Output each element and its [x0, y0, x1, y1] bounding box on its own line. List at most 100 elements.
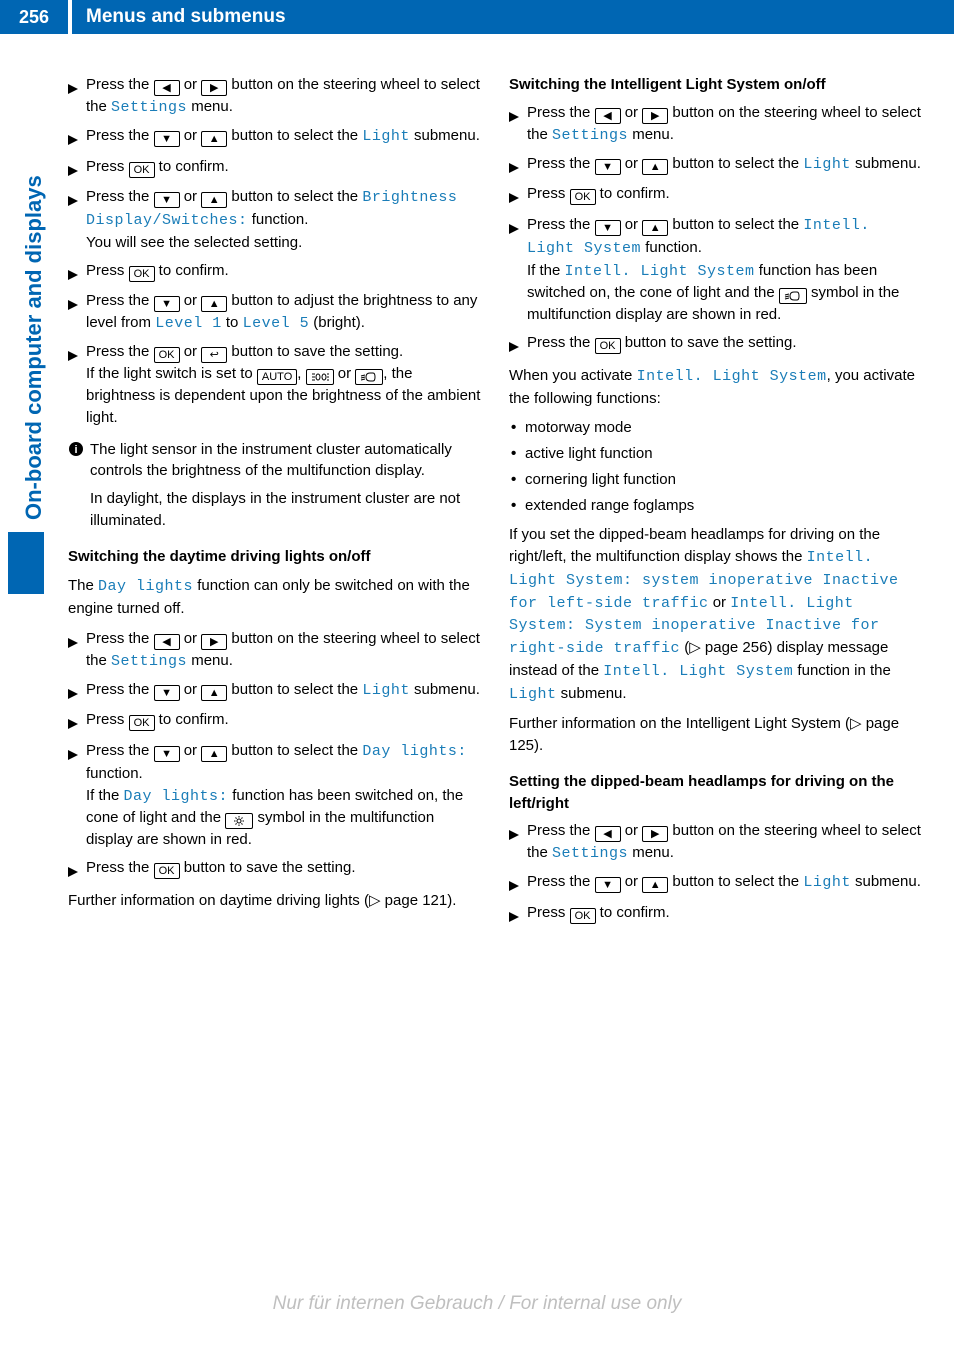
step-text: Press the ▼ or ▲ button to select the Br… — [86, 186, 483, 253]
ok-button-icon: OK — [154, 863, 180, 879]
bullet-icon: • — [511, 443, 525, 465]
function-name: Day lights: — [362, 743, 467, 760]
list-item: •motorway mode — [509, 417, 924, 439]
step: Press the ◀ or ▶ button on the steering … — [68, 628, 483, 673]
auto-switch-icon: AUTO — [257, 369, 297, 385]
function-name: Intell. Light System — [565, 263, 755, 280]
down-button-icon: ▼ — [154, 685, 180, 701]
ok-button-icon: OK — [129, 715, 155, 731]
right-button-icon: ▶ — [642, 826, 668, 842]
left-column: Press the ◀ or ▶ button on the steering … — [68, 74, 483, 933]
step-marker-icon — [509, 905, 527, 927]
step: Press the OK or ↩ button to save the set… — [68, 341, 483, 429]
paragraph: When you activate Intell. Light System, … — [509, 365, 924, 410]
step: Press the OK button to save the setting. — [509, 332, 924, 357]
ok-button-icon: OK — [595, 338, 621, 354]
submenu-name: Light — [803, 156, 851, 173]
watermark-text: Nur für internen Gebrauch / For internal… — [0, 1290, 954, 1318]
menu-name: Settings — [552, 127, 628, 144]
step: Press the ▼ or ▲ button to select the Br… — [68, 186, 483, 253]
subsection-heading: Switching the daytime driving lights on/… — [68, 546, 483, 568]
step: Press the ▼ or ▲ button to select the Li… — [509, 153, 924, 178]
page-title: Menus and submenus — [72, 0, 954, 34]
step-note: If the Intell. Light System function has… — [527, 260, 924, 327]
function-name: Day lights — [98, 578, 193, 595]
up-button-icon: ▲ — [642, 220, 668, 236]
step-text: Press OK to confirm. — [527, 902, 924, 924]
function-name: Intell. Light System — [603, 663, 793, 680]
step: Press the ◀ or ▶ button on the steering … — [509, 102, 924, 147]
menu-name: Settings — [552, 845, 628, 862]
step: Press the OK button to save the setting. — [68, 857, 483, 882]
ok-button-icon: OK — [154, 347, 180, 363]
submenu-name: Light — [509, 686, 557, 703]
right-button-icon: ▶ — [201, 634, 227, 650]
step-text: Press the ◀ or ▶ button on the steering … — [86, 74, 483, 119]
headlamp-icon — [355, 369, 383, 385]
up-button-icon: ▲ — [201, 131, 227, 147]
submenu-name: Light — [362, 682, 410, 699]
step-marker-icon — [509, 335, 527, 357]
function-name: Day lights: — [124, 788, 229, 805]
down-button-icon: ▼ — [595, 877, 621, 893]
subsection-heading: Setting the dipped-beam headlamps for dr… — [509, 771, 924, 815]
step-marker-icon — [68, 860, 86, 882]
bullet-icon: • — [511, 469, 525, 491]
info-text: The light sensor in the instrument clust… — [90, 439, 483, 532]
step-text: Press the OK button to save the setting. — [86, 857, 483, 879]
step-marker-icon — [68, 293, 86, 315]
down-button-icon: ▼ — [154, 131, 180, 147]
step-text: Press OK to confirm. — [86, 260, 483, 282]
step-marker-icon — [68, 159, 86, 181]
page-header: 256 Menus and submenus — [0, 0, 954, 34]
step-marker-icon — [68, 77, 86, 99]
left-button-icon: ◀ — [154, 80, 180, 96]
step-marker-icon — [68, 189, 86, 211]
step-text: Press the OK button to save the setting. — [527, 332, 924, 354]
ok-button-icon: OK — [570, 908, 596, 924]
step-text: Press OK to confirm. — [86, 156, 483, 178]
up-button-icon: ▲ — [201, 296, 227, 312]
step: Press OK to confirm. — [68, 709, 483, 734]
step-text: Press the ▼ or ▲ button to select the Li… — [86, 679, 483, 702]
up-button-icon: ▲ — [642, 877, 668, 893]
paragraph: Further information on daytime driving l… — [68, 890, 483, 912]
step: Press OK to confirm. — [68, 260, 483, 285]
step: Press the ▼ or ▲ button to adjust the br… — [68, 290, 483, 335]
ok-button-icon: OK — [129, 162, 155, 178]
step-marker-icon — [509, 156, 527, 178]
right-button-icon: ▶ — [642, 108, 668, 124]
side-tab-block — [8, 532, 44, 594]
svg-text:i: i — [74, 444, 77, 456]
down-button-icon: ▼ — [595, 159, 621, 175]
side-tab-label: On-board computer and displays — [18, 175, 50, 520]
left-button-icon: ◀ — [154, 634, 180, 650]
right-button-icon: ▶ — [201, 80, 227, 96]
paragraph: The Day lights function can only be swit… — [68, 575, 483, 620]
step: Press the ▼ or ▲ button to select the Li… — [68, 125, 483, 150]
level-value: Level 1 — [155, 315, 222, 332]
left-button-icon: ◀ — [595, 108, 621, 124]
submenu-name: Light — [803, 874, 851, 891]
level-value: Level 5 — [243, 315, 310, 332]
step: Press the ◀ or ▶ button on the steering … — [509, 820, 924, 865]
step-note: If the light switch is set to AUTO, or ,… — [86, 363, 483, 429]
step-text: Press the ▼ or ▲ button to adjust the br… — [86, 290, 483, 335]
step-note: You will see the selected setting. — [86, 232, 483, 254]
ok-button-icon: OK — [129, 266, 155, 282]
list-item: •cornering light function — [509, 469, 924, 491]
step: Press the ▼ or ▲ button to select the Li… — [68, 679, 483, 704]
down-button-icon: ▼ — [154, 192, 180, 208]
step: Press the ▼ or ▲ button to select the In… — [509, 214, 924, 326]
step: Press the ◀ or ▶ button on the steering … — [68, 74, 483, 119]
menu-name: Settings — [111, 99, 187, 116]
parking-light-icon — [306, 369, 334, 385]
step: Press OK to confirm. — [68, 156, 483, 181]
headlamp-icon — [779, 288, 807, 304]
step-text: Press the ◀ or ▶ button on the steering … — [527, 102, 924, 147]
subsection-heading: Switching the Intelligent Light System o… — [509, 74, 924, 96]
bullet-icon: • — [511, 495, 525, 517]
submenu-name: Light — [362, 128, 410, 145]
function-name: Intell. Light System — [637, 368, 827, 385]
left-button-icon: ◀ — [595, 826, 621, 842]
